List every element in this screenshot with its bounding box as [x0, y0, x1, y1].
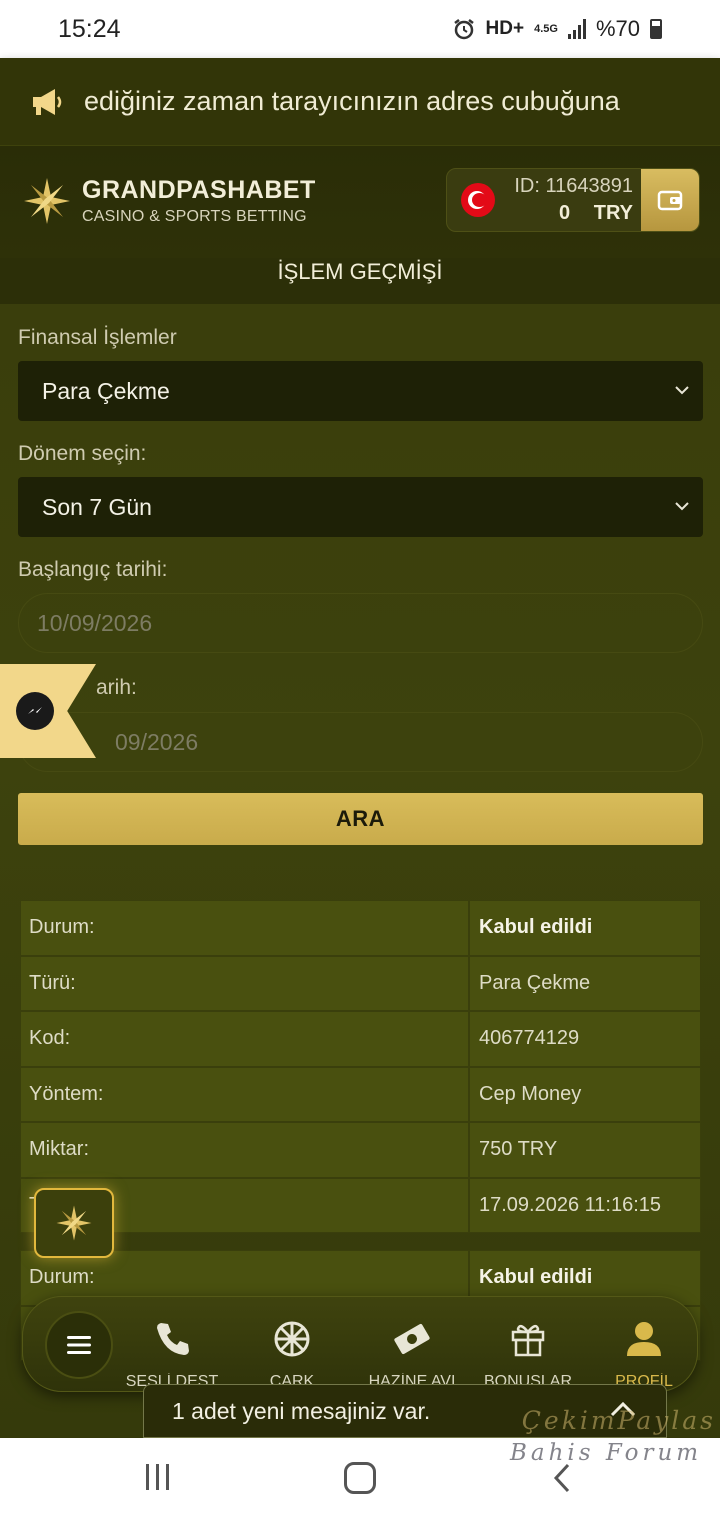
account-info: ID: 11643891 0 TRY — [495, 175, 641, 225]
recent-apps-icon[interactable] — [146, 1464, 169, 1490]
floating-star-button[interactable] — [34, 1188, 114, 1258]
wallet-button[interactable] — [641, 169, 699, 231]
search-button[interactable]: ARA — [18, 793, 703, 845]
status-icons: HD+ 4.5G %70 — [452, 16, 662, 42]
alarm-icon — [453, 19, 474, 40]
row-label: Yöntem: — [20, 1066, 469, 1122]
announcement-bar: ediğiniz zaman tarayıcınızın adres cubuğ… — [0, 58, 720, 146]
account-id: ID: 11643891 — [514, 175, 633, 197]
financial-label: Finansal İşlemler — [18, 326, 177, 349]
table-row: Türü: Para Çekme — [20, 955, 701, 1011]
row-value: 750 TRY — [469, 1122, 701, 1178]
row-value: Para Çekme — [469, 955, 701, 1011]
phone-icon — [157, 1323, 189, 1355]
transaction-card: Durum: Kabul edildi Türü: Para Çekme Kod… — [20, 900, 701, 1233]
row-label: Durum: — [20, 900, 469, 956]
network-type: 4.5G — [534, 23, 558, 35]
turkey-flag-icon — [461, 183, 495, 217]
megaphone-icon — [33, 88, 62, 115]
balance-amount: 0 — [559, 202, 571, 224]
nav-item-hazine-avi[interactable]: HAZİNE AVI — [357, 1319, 467, 1391]
back-icon[interactable] — [552, 1462, 572, 1494]
star-icon — [56, 1205, 92, 1241]
messenger-bolt-icon — [28, 707, 42, 714]
announcement-text: ediğiniz zaman tarayıcınızın adres cubuğ… — [84, 86, 620, 116]
account-balance: 0 TRY — [495, 202, 633, 225]
row-label: Kod: — [20, 1011, 469, 1067]
status-time: 15:24 — [58, 14, 121, 43]
user-icon — [627, 1322, 661, 1356]
start-date-input[interactable]: 10/09/2026 — [18, 593, 703, 653]
menu-button[interactable] — [45, 1311, 113, 1379]
money-icon — [394, 1323, 430, 1355]
row-value: 406774129 — [469, 1011, 701, 1067]
brand-name: GRANDPASHABET — [82, 176, 316, 204]
chevron-down-icon — [675, 386, 689, 395]
financial-type-select[interactable]: Para Çekme — [18, 361, 703, 421]
home-icon[interactable] — [344, 1462, 376, 1494]
nav-item-profil[interactable]: PROFİL — [589, 1319, 699, 1391]
balance-currency: TRY — [593, 202, 633, 224]
table-row: Durum: Kabul edildi — [20, 900, 701, 956]
signal-icon — [567, 19, 586, 39]
hamburger-icon — [67, 1336, 91, 1354]
row-value: Kabul edildi — [469, 900, 701, 956]
start-date-label: Başlangıç tarihi: — [18, 558, 168, 581]
nav-item-cark[interactable]: ÇARK — [237, 1319, 347, 1391]
row-value: 17.09.2026 11:16:15 — [469, 1177, 701, 1233]
table-row: Yöntem: Cep Money — [20, 1066, 701, 1122]
gift-icon — [511, 1324, 545, 1357]
status-bar: 15:24 HD+ 4.5G %70 — [0, 0, 720, 58]
period-value: Son 7 Gün — [42, 493, 152, 520]
chevron-down-icon — [675, 502, 689, 511]
nav-item-bonuslar[interactable]: BONUSLAR — [473, 1319, 583, 1391]
network-label: HD+ — [485, 18, 525, 39]
period-select[interactable]: Son 7 Gün — [18, 477, 703, 537]
new-message-toast[interactable]: 1 adet yeni mesajiniz var. — [143, 1384, 667, 1438]
nav-item-sesli-destek[interactable]: SESLİ DEST — [117, 1319, 227, 1391]
row-value: Cep Money — [469, 1066, 701, 1122]
period-label: Dönem seçin: — [18, 442, 147, 465]
page-title: İŞLEM GEÇMİŞİ — [0, 258, 720, 304]
wallet-icon — [657, 190, 683, 211]
site-header: GRANDPASHABET CASINO & SPORTS BETTING ID… — [0, 146, 720, 258]
chevron-up-icon[interactable] — [610, 1399, 636, 1421]
account-widget[interactable]: ID: 11643891 0 TRY — [446, 168, 700, 232]
end-date-label: arih: — [96, 676, 137, 699]
end-date-input[interactable]: 09/2026 — [18, 712, 703, 772]
wheel-icon — [274, 1321, 310, 1357]
battery-percent: %70 — [595, 16, 640, 41]
battery-icon — [650, 19, 662, 39]
financial-type-value: Para Çekme — [42, 377, 170, 404]
transaction-history-content: Finansal İşlemler Para Çekme Dönem seçin… — [0, 304, 720, 1438]
android-nav-bar — [0, 1438, 720, 1520]
bottom-nav: SESLİ DEST ÇARK HAZİNE AVI BONUSLAR PROF… — [22, 1296, 698, 1392]
brand-logo[interactable]: GRANDPASHABET CASINO & SPORTS BETTING — [22, 176, 316, 226]
row-label: Miktar: — [20, 1122, 469, 1178]
messenger-icon[interactable] — [16, 692, 54, 730]
star-logo-icon — [24, 178, 70, 224]
table-row: Miktar: 750 TRY — [20, 1122, 701, 1178]
brand-tagline: CASINO & SPORTS BETTING — [82, 208, 307, 225]
table-row: T 17.09.2026 11:16:15 — [20, 1177, 701, 1233]
toast-text: 1 adet yeni mesajiniz var. — [172, 1397, 431, 1424]
row-label: Türü: — [20, 955, 469, 1011]
table-row: Kod: 406774129 — [20, 1011, 701, 1067]
